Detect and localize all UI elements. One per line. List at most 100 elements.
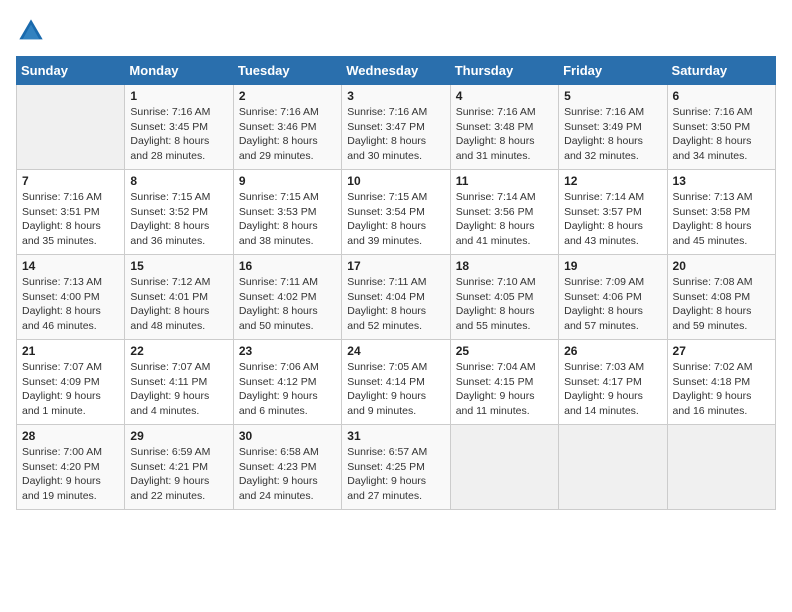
calendar-cell: 22Sunrise: 7:07 AMSunset: 4:11 PMDayligh… [125, 340, 233, 425]
day-number: 16 [239, 259, 336, 273]
calendar-cell: 3 Sunrise: 7:16 AMSunset: 3:47 PMDaylight… [342, 85, 450, 170]
calendar-cell: 8Sunrise: 7:15 AMSunset: 3:52 PMDaylight… [125, 170, 233, 255]
week-row-4: 21Sunrise: 7:07 AMSunset: 4:09 PMDayligh… [17, 340, 776, 425]
day-number: 24 [347, 344, 444, 358]
day-number: 17 [347, 259, 444, 273]
day-info: Sunrise: 7:04 AMSunset: 4:15 PMDaylight:… [456, 360, 553, 419]
day-info: Sunrise: 7:11 AMSunset: 4:02 PMDaylight:… [239, 275, 336, 334]
day-number: 2 [239, 89, 336, 103]
day-info: Sunrise: 7:16 AMSunset: 3:49 PMDaylight:… [564, 105, 661, 164]
day-number: 11 [456, 174, 553, 188]
calendar-cell: 26Sunrise: 7:03 AMSunset: 4:17 PMDayligh… [559, 340, 667, 425]
day-number: 20 [673, 259, 770, 273]
day-info: Sunrise: 6:59 AMSunset: 4:21 PMDaylight:… [130, 445, 227, 504]
day-info: Sunrise: 6:57 AMSunset: 4:25 PMDaylight:… [347, 445, 444, 504]
day-info: Sunrise: 7:06 AMSunset: 4:12 PMDaylight:… [239, 360, 336, 419]
calendar-cell: 17 Sunrise: 7:11 AMSunset: 4:04 PMDayligh… [342, 255, 450, 340]
day-info: Sunrise: 7:13 AMSunset: 3:58 PMDaylight:… [673, 190, 770, 249]
day-info: Sunrise: 7:09 AMSunset: 4:06 PMDaylight:… [564, 275, 661, 334]
calendar-cell: 2 Sunrise: 7:16 AMSunset: 3:46 PMDaylight… [233, 85, 341, 170]
day-number: 30 [239, 429, 336, 443]
week-row-5: 28 Sunrise: 7:00 AMSunset: 4:20 PMDayligh… [17, 425, 776, 510]
day-number: 10 [347, 174, 444, 188]
calendar-cell: 12Sunrise: 7:14 AMSunset: 3:57 PMDayligh… [559, 170, 667, 255]
calendar-body: 1Sunrise: 7:16 AMSunset: 3:45 PMDaylight… [17, 85, 776, 510]
calendar-cell: 14 Sunrise: 7:13 AMSunset: 4:00 PMDayligh… [17, 255, 125, 340]
header-day-sunday: Sunday [17, 57, 125, 85]
calendar-cell: 31 Sunrise: 6:57 AMSunset: 4:25 PMDayligh… [342, 425, 450, 510]
calendar-cell: 25 Sunrise: 7:04 AMSunset: 4:15 PMDayligh… [450, 340, 558, 425]
day-info: Sunrise: 7:03 AMSunset: 4:17 PMDaylight:… [564, 360, 661, 419]
page-container: SundayMondayTuesdayWednesdayThursdayFrid… [0, 0, 792, 520]
day-info: Sunrise: 7:16 AMSunset: 3:50 PMDaylight:… [673, 105, 770, 164]
calendar-cell: 19Sunrise: 7:09 AMSunset: 4:06 PMDayligh… [559, 255, 667, 340]
day-number: 23 [239, 344, 336, 358]
day-info: Sunrise: 7:15 AMSunset: 3:52 PMDaylight:… [130, 190, 227, 249]
day-info: Sunrise: 7:14 AMSunset: 3:56 PMDaylight:… [456, 190, 553, 249]
day-info: Sunrise: 7:11 AMSunset: 4:04 PMDaylight:… [347, 275, 444, 334]
day-info: Sunrise: 6:58 AMSunset: 4:23 PMDaylight:… [239, 445, 336, 504]
day-number: 3 [347, 89, 444, 103]
calendar-cell: 1Sunrise: 7:16 AMSunset: 3:45 PMDaylight… [125, 85, 233, 170]
calendar-table: SundayMondayTuesdayWednesdayThursdayFrid… [16, 56, 776, 510]
calendar-cell: 20 Sunrise: 7:08 AMSunset: 4:08 PMDayligh… [667, 255, 775, 340]
day-info: Sunrise: 7:00 AMSunset: 4:20 PMDaylight:… [22, 445, 119, 504]
calendar-cell: 15Sunrise: 7:12 AMSunset: 4:01 PMDayligh… [125, 255, 233, 340]
day-info: Sunrise: 7:08 AMSunset: 4:08 PMDaylight:… [673, 275, 770, 334]
calendar-cell: 29 Sunrise: 6:59 AMSunset: 4:21 PMDayligh… [125, 425, 233, 510]
day-info: Sunrise: 7:05 AMSunset: 4:14 PMDaylight:… [347, 360, 444, 419]
calendar-cell: 11 Sunrise: 7:14 AMSunset: 3:56 PMDayligh… [450, 170, 558, 255]
day-info: Sunrise: 7:13 AMSunset: 4:00 PMDaylight:… [22, 275, 119, 334]
calendar-cell: 9 Sunrise: 7:15 AMSunset: 3:53 PMDaylight… [233, 170, 341, 255]
header-day-monday: Monday [125, 57, 233, 85]
calendar-cell: 27 Sunrise: 7:02 AMSunset: 4:18 PMDayligh… [667, 340, 775, 425]
day-number: 7 [22, 174, 119, 188]
day-number: 14 [22, 259, 119, 273]
day-info: Sunrise: 7:12 AMSunset: 4:01 PMDaylight:… [130, 275, 227, 334]
day-number: 18 [456, 259, 553, 273]
calendar-cell: 4Sunrise: 7:16 AMSunset: 3:48 PMDaylight… [450, 85, 558, 170]
calendar-cell: 5 Sunrise: 7:16 AMSunset: 3:49 PMDaylight… [559, 85, 667, 170]
day-number: 28 [22, 429, 119, 443]
day-info: Sunrise: 7:02 AMSunset: 4:18 PMDaylight:… [673, 360, 770, 419]
header-day-friday: Friday [559, 57, 667, 85]
calendar-cell: 23 Sunrise: 7:06 AMSunset: 4:12 PMDayligh… [233, 340, 341, 425]
day-info: Sunrise: 7:07 AMSunset: 4:11 PMDaylight:… [130, 360, 227, 419]
day-info: Sunrise: 7:16 AMSunset: 3:45 PMDaylight:… [130, 105, 227, 164]
day-number: 29 [130, 429, 227, 443]
day-number: 5 [564, 89, 661, 103]
day-number: 31 [347, 429, 444, 443]
logo [16, 16, 50, 46]
day-number: 9 [239, 174, 336, 188]
day-number: 6 [673, 89, 770, 103]
day-info: Sunrise: 7:16 AMSunset: 3:46 PMDaylight:… [239, 105, 336, 164]
logo-icon [16, 16, 46, 46]
calendar-cell: 21Sunrise: 7:07 AMSunset: 4:09 PMDayligh… [17, 340, 125, 425]
calendar-cell: 30 Sunrise: 6:58 AMSunset: 4:23 PMDayligh… [233, 425, 341, 510]
week-row-1: 1Sunrise: 7:16 AMSunset: 3:45 PMDaylight… [17, 85, 776, 170]
day-info: Sunrise: 7:16 AMSunset: 3:47 PMDaylight:… [347, 105, 444, 164]
day-number: 13 [673, 174, 770, 188]
calendar-cell: 16 Sunrise: 7:11 AMSunset: 4:02 PMDayligh… [233, 255, 341, 340]
calendar-cell: 28 Sunrise: 7:00 AMSunset: 4:20 PMDayligh… [17, 425, 125, 510]
header-day-wednesday: Wednesday [342, 57, 450, 85]
calendar-cell: 18 Sunrise: 7:10 AMSunset: 4:05 PMDayligh… [450, 255, 558, 340]
day-number: 27 [673, 344, 770, 358]
day-info: Sunrise: 7:16 AMSunset: 3:51 PMDaylight:… [22, 190, 119, 249]
day-number: 21 [22, 344, 119, 358]
calendar-cell [450, 425, 558, 510]
header-day-tuesday: Tuesday [233, 57, 341, 85]
calendar-cell: 13 Sunrise: 7:13 AMSunset: 3:58 PMDayligh… [667, 170, 775, 255]
page-header [16, 16, 776, 46]
day-number: 25 [456, 344, 553, 358]
calendar-cell [667, 425, 775, 510]
calendar-cell: 6 Sunrise: 7:16 AMSunset: 3:50 PMDaylight… [667, 85, 775, 170]
header-day-saturday: Saturday [667, 57, 775, 85]
day-info: Sunrise: 7:10 AMSunset: 4:05 PMDaylight:… [456, 275, 553, 334]
calendar-header: SundayMondayTuesdayWednesdayThursdayFrid… [17, 57, 776, 85]
day-info: Sunrise: 7:16 AMSunset: 3:48 PMDaylight:… [456, 105, 553, 164]
day-info: Sunrise: 7:15 AMSunset: 3:53 PMDaylight:… [239, 190, 336, 249]
day-info: Sunrise: 7:14 AMSunset: 3:57 PMDaylight:… [564, 190, 661, 249]
week-row-3: 14 Sunrise: 7:13 AMSunset: 4:00 PMDayligh… [17, 255, 776, 340]
calendar-cell [17, 85, 125, 170]
